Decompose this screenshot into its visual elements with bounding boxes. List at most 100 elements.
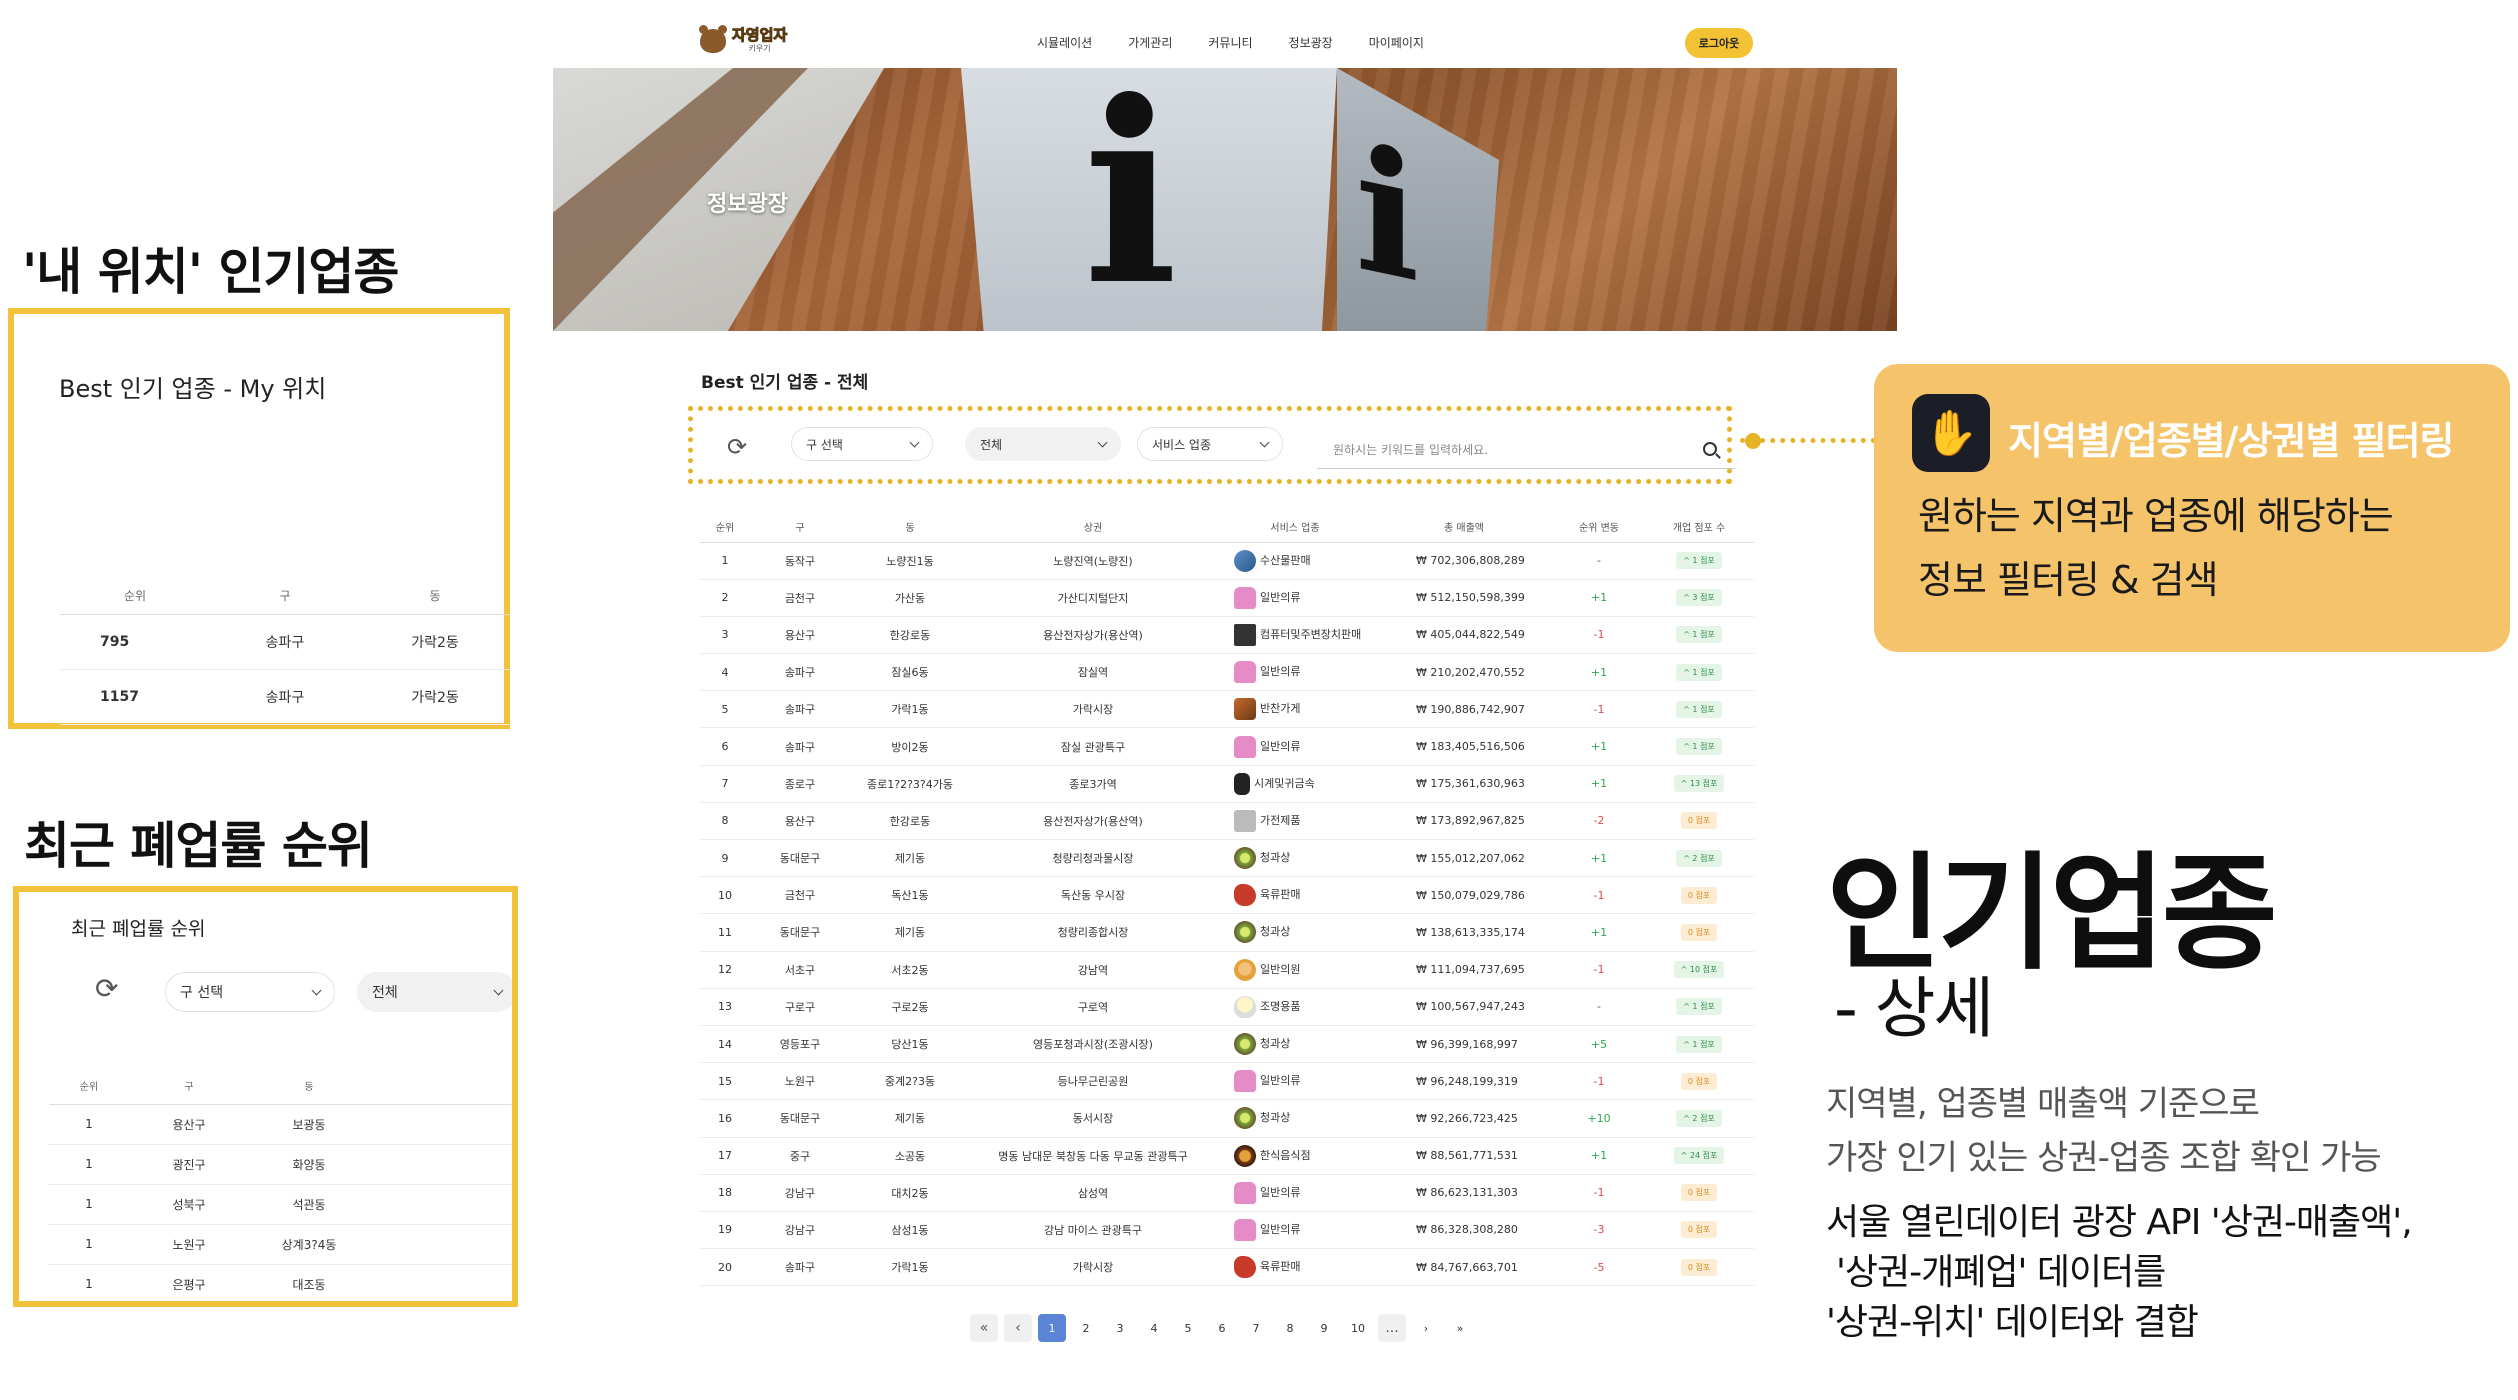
table-row[interactable]: 1노원구상계3?4동당	[49, 1224, 512, 1265]
table-row[interactable]: 1157 송파구 가락2동	[60, 669, 510, 725]
top-nav: 자영업자 키우기 시뮬레이션 가게관리 커뮤니티 정보광장 마이페이지 로그아웃	[553, 0, 1897, 68]
table-row[interactable]: 8 용산구 한강로동 용산전자상가(용산역) 가전제품 ₩ 173,892,967,825…	[700, 802, 1754, 841]
change-cell: +1	[1554, 1137, 1644, 1175]
search-icon[interactable]	[1703, 442, 1717, 456]
change-cell: +10	[1554, 1099, 1644, 1138]
rank-cell: 16	[700, 1099, 750, 1138]
dong-cell: 잠실6동	[850, 653, 970, 692]
gu-select[interactable]: 구 선택	[165, 972, 335, 1012]
sales-cell: ₩ 155,012,207,062	[1374, 839, 1554, 878]
col-open: 개업 점포 수	[1644, 512, 1754, 543]
pagination: « ‹ 1 2 3 4 5 6 7 8 9 10 ... › »	[970, 1314, 1474, 1342]
table-row[interactable]: 1광진구화양동한	[49, 1144, 512, 1185]
table-row[interactable]: 7 종로구 종로1?2?3?4가동 종로3가역 시계및귀금속 ₩ 175,361,630,…	[700, 765, 1754, 803]
dong-cell: 제기동	[850, 1099, 970, 1138]
next-page-button[interactable]: ›	[1412, 1314, 1440, 1342]
table-row[interactable]: 18 강남구 대치2동 삼성역 일반의류 ₩ 86,623,131,303 -1 0 점포	[700, 1174, 1754, 1212]
sales-cell: ₩ 190,886,742,907	[1374, 690, 1554, 729]
table-row[interactable]: 2 금천구 가산동 가산디지털단지 일반의류 ₩ 512,150,598,399 +1 ^ 3…	[700, 579, 1754, 617]
table-row[interactable]: 14 영등포구 당산1동 영등포청과시장(조광시장) 청과상 ₩ 96,399,168,9…	[700, 1025, 1754, 1064]
service-cell: 일반의류	[1216, 653, 1374, 692]
prev-page-button[interactable]: ‹	[1004, 1314, 1032, 1342]
last-page-button[interactable]: »	[1446, 1314, 1474, 1342]
area-cell: 용산전자상가(용산역)	[970, 802, 1216, 841]
kiwi-icon	[1234, 921, 1256, 944]
open-badge: ^ 1 점포	[1676, 663, 1722, 681]
table-row[interactable]: 4 송파구 잠실6동 잠실역 일반의류 ₩ 210,202,470,552 +1 ^ 1 점포	[700, 653, 1754, 692]
col-sales: 총 매출액	[1374, 512, 1554, 543]
sales-cell: ₩ 183,405,516,506	[1374, 727, 1554, 766]
refresh-icon[interactable]: ⟳	[727, 433, 747, 461]
table-row[interactable]: 3 용산구 한강로동 용산전자상가(용산역) 컴퓨터및주변장치판매 ₩ 405,044,8…	[700, 616, 1754, 655]
table-row[interactable]: 5 송파구 가락1동 가락시장 반찬가게 ₩ 190,886,742,907 -1 ^ 1 점…	[700, 690, 1754, 729]
table-row[interactable]: 17 중구 소공동 명동 남대문 북창동 다동 무교동 관광특구 한식음식점 ₩ 88,5…	[700, 1137, 1754, 1175]
dong-cell: 가산동	[850, 579, 970, 617]
gu-select[interactable]: 구 선택	[791, 427, 933, 461]
gu-cell: 용산구	[750, 802, 850, 841]
area-cell: 노량진역(노량진)	[970, 542, 1216, 580]
logo[interactable]: 자영업자 키우기	[699, 25, 788, 54]
nav-item-store[interactable]: 가게관리	[1128, 34, 1172, 51]
search-input[interactable]: 원하시는 키워드를 입력하세요.	[1317, 431, 1735, 469]
gu-cell: 용산구	[750, 616, 850, 655]
open-cell: 0 점포	[1644, 1174, 1754, 1212]
nav-item-mypage[interactable]: 마이페이지	[1369, 34, 1424, 51]
open-badge: 0 점포	[1680, 1072, 1718, 1090]
nav-item-simulation[interactable]: 시뮬레이션	[1037, 34, 1092, 51]
page-6[interactable]: 6	[1208, 1314, 1236, 1342]
page-10[interactable]: 10	[1344, 1314, 1372, 1342]
table-row[interactable]: 20 송파구 가락1동 가락시장 육류판매 ₩ 84,767,663,701 -5 0 점포	[700, 1248, 1754, 1287]
nav-item-info[interactable]: 정보광장	[1289, 34, 1333, 51]
first-page-button[interactable]: «	[970, 1314, 998, 1342]
service-cell: 조명용품	[1216, 988, 1374, 1026]
page-2[interactable]: 2	[1072, 1314, 1100, 1342]
page-9[interactable]: 9	[1310, 1314, 1338, 1342]
table-row[interactable]: 6 송파구 방이2동 잠실 관광특구 일반의류 ₩ 183,405,516,506 +1 ^ …	[700, 727, 1754, 766]
open-cell: ^ 10 점포	[1644, 951, 1754, 989]
area-cell: 가락시장	[970, 1248, 1216, 1287]
page-5[interactable]: 5	[1174, 1314, 1202, 1342]
service-cell: 청과상	[1216, 913, 1374, 952]
rank-cell: 7	[700, 765, 750, 803]
table-row[interactable]: 1 은평구 대조동	[49, 1264, 512, 1301]
sales-cell: ₩ 84,767,663,701	[1374, 1248, 1554, 1287]
sales-cell: ₩ 86,623,131,303	[1374, 1174, 1554, 1212]
table-row[interactable]: 16 동대문구 제기동 동서시장 청과상 ₩ 92,266,723,425 +10 ^ 2 점…	[700, 1099, 1754, 1138]
table-row[interactable]: 10 금천구 독산1동 독산동 우시장 육류판매 ₩ 150,079,029,786 -1 0…	[700, 876, 1754, 915]
table-row[interactable]: 1성북구석관동돌	[49, 1184, 512, 1225]
table-row[interactable]: 1 용산구 보광동	[49, 1104, 512, 1145]
sales-cell: ₩ 88,561,771,531	[1374, 1137, 1554, 1175]
nav-item-community[interactable]: 커뮤니티	[1208, 34, 1252, 51]
service-cell: 한식음식점	[1216, 1137, 1374, 1175]
logout-button[interactable]: 로그아웃	[1685, 28, 1753, 58]
table-row[interactable]: 9 동대문구 제기동 청량리청과물시장 청과상 ₩ 155,012,207,062 +1 ^ …	[700, 839, 1754, 878]
dong-select[interactable]: 전체	[965, 427, 1121, 461]
service-cell: 가전제품	[1216, 802, 1374, 841]
table-row[interactable]: 11 동대문구 제기동 청량리종합시장 청과상 ₩ 138,613,335,174 +1 0 …	[700, 913, 1754, 952]
table-row[interactable]: 12 서초구 서초2동 강남역 일반의원 ₩ 111,094,737,695 -1 ^ 10 …	[700, 951, 1754, 989]
open-cell: ^ 1 점포	[1644, 727, 1754, 766]
change-cell: +1	[1554, 839, 1644, 878]
refresh-icon[interactable]: ⟳	[95, 972, 118, 1005]
table-row[interactable]: 1 동작구 노량진1동 노량진역(노량진) 수산물판매 ₩ 702,306,808,289…	[700, 542, 1754, 580]
rank-cell: 14	[700, 1025, 750, 1064]
chevron-down-icon	[1259, 437, 1270, 447]
change-cell: -1	[1554, 690, 1644, 729]
table-row[interactable]: 13 구로구 구로2동 구로역 조명용품 ₩ 100,567,947,243- ^ 1 점포	[700, 988, 1754, 1026]
service-cell: 컴퓨터및주변장치판매	[1216, 616, 1374, 655]
page-4[interactable]: 4	[1140, 1314, 1168, 1342]
open-cell: ^ 1 점포	[1644, 690, 1754, 729]
page-7[interactable]: 7	[1242, 1314, 1270, 1342]
service-cell: 청과상	[1216, 1099, 1374, 1138]
page-3[interactable]: 3	[1106, 1314, 1134, 1342]
page-1[interactable]: 1	[1038, 1314, 1066, 1342]
table-row[interactable]: 19 강남구 삼성1동 강남 마이스 관광특구 일반의류 ₩ 86,328,308,280…	[700, 1211, 1754, 1250]
change-cell: +1	[1554, 765, 1644, 803]
service-select[interactable]: 서비스 업종	[1137, 427, 1283, 461]
page-8[interactable]: 8	[1276, 1314, 1304, 1342]
desc-line-5: '상권-위치' 데이터와 결합	[1826, 1302, 2199, 1343]
table-row[interactable]: 795 송파구 가락2동	[60, 614, 510, 670]
table-row[interactable]: 15 노원구 중계2?3동 등나무근린공원 일반의류 ₩ 96,248,199,319 -1…	[700, 1062, 1754, 1101]
open-badge: 0 점포	[1680, 1258, 1718, 1276]
dong-select[interactable]: 전체	[357, 972, 512, 1012]
